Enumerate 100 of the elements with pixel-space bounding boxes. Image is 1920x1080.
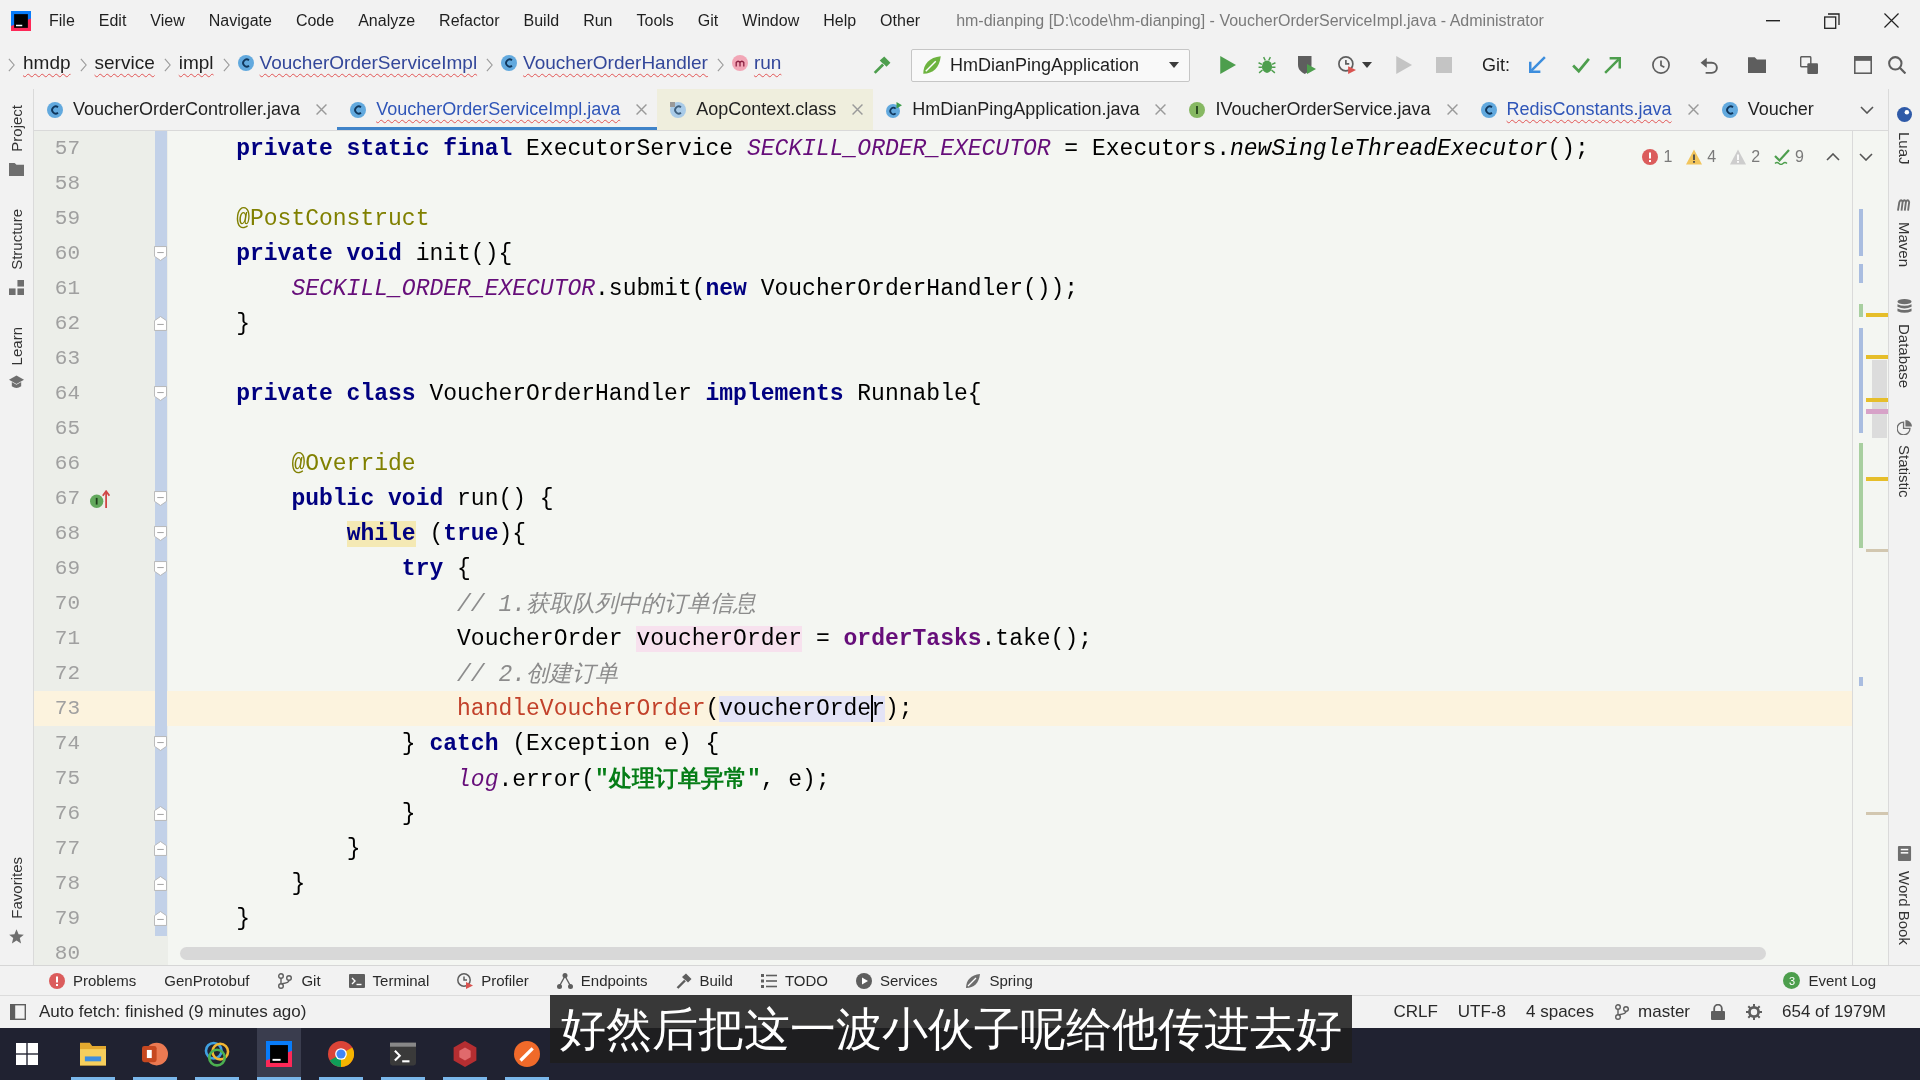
- status-item[interactable]: 4 spaces: [1526, 1002, 1595, 1022]
- menu-item[interactable]: Build: [523, 11, 560, 30]
- close-tab-icon[interactable]: [1155, 104, 1167, 115]
- windows-logo-icon[interactable]: [15, 1043, 38, 1065]
- tool-window-button[interactable]: Terminal: [348, 972, 430, 989]
- arrow-icon[interactable]: [1604, 56, 1622, 74]
- shield-play-icon[interactable]: [1298, 56, 1316, 74]
- play-icon[interactable]: [1394, 56, 1412, 74]
- tool-window-button[interactable]: Statistic: [1897, 419, 1912, 498]
- error-icon[interactable]: [1642, 149, 1659, 165]
- arrow-icon[interactable]: [1528, 56, 1546, 74]
- hammer-icon[interactable]: [873, 56, 891, 74]
- tool-window-button[interactable]: Services: [855, 972, 938, 989]
- fold-icon[interactable]: [154, 386, 167, 401]
- status-item[interactable]: 654 of 1979M: [1782, 1002, 1886, 1022]
- menu-item[interactable]: Tools: [636, 11, 674, 30]
- tool-window-button[interactable]: Endpoints: [556, 972, 648, 989]
- tool-window-button[interactable]: Favorites: [9, 857, 24, 944]
- event-log-button[interactable]: 3 Event Log: [1783, 972, 1876, 989]
- taskbar-button[interactable]: [257, 1028, 301, 1080]
- tool-window-button[interactable]: TODO: [760, 972, 828, 989]
- weak-warning-icon[interactable]: [1730, 149, 1747, 165]
- fold-icon[interactable]: [154, 526, 167, 541]
- close-tab-icon[interactable]: [852, 104, 864, 115]
- chevron-down-icon[interactable]: [1860, 105, 1874, 114]
- run-icon[interactable]: [1218, 56, 1236, 74]
- fold-icon[interactable]: [154, 491, 167, 506]
- lock-icon[interactable]: [1710, 1004, 1727, 1020]
- editor-tab[interactable]: AopContext.class: [657, 89, 874, 130]
- menu-item[interactable]: Git: [697, 11, 719, 30]
- menu-item[interactable]: Window: [742, 11, 800, 30]
- tool-window-button[interactable]: Maven: [1897, 196, 1912, 267]
- stripe-marker[interactable]: [1859, 677, 1863, 686]
- tool-window-button[interactable]: Git: [277, 972, 321, 989]
- problem-count[interactable]: 9: [1795, 148, 1804, 166]
- breadcrumb-item[interactable]: service: [94, 50, 155, 80]
- chevron-down-icon[interactable]: [1859, 153, 1873, 161]
- status-item[interactable]: CRLF: [1393, 1002, 1438, 1022]
- tool-window-button[interactable]: Project: [9, 105, 24, 177]
- status-item[interactable]: master: [1614, 1002, 1691, 1022]
- breadcrumb-item[interactable]: run: [731, 50, 782, 80]
- caret-icon[interactable]: [1362, 62, 1372, 68]
- breadcrumb-item[interactable]: VoucherOrderServiceImpl: [237, 50, 478, 80]
- stripe-marker[interactable]: [1859, 264, 1863, 283]
- status-item[interactable]: UTF-8: [1457, 1002, 1506, 1022]
- undo-icon[interactable]: [1700, 56, 1718, 74]
- tool-window-button[interactable]: Spring: [965, 972, 1033, 989]
- bug-icon[interactable]: [1258, 56, 1276, 74]
- tool-window-button[interactable]: Problems: [49, 972, 137, 989]
- tool-window-button[interactable]: Profiler: [457, 972, 529, 989]
- fold-icon[interactable]: [154, 246, 167, 261]
- tool-window-button[interactable]: LuaJ: [1897, 107, 1912, 165]
- search-icon[interactable]: [1888, 56, 1906, 74]
- stripe-marker[interactable]: [1866, 398, 1888, 402]
- close-icon[interactable]: [1884, 13, 1899, 28]
- profiler-icon[interactable]: [1338, 56, 1356, 74]
- editor-tab[interactable]: RedisConstants.java: [1467, 89, 1709, 130]
- tool-window-button[interactable]: Build: [675, 972, 733, 989]
- fold-icon[interactable]: [154, 561, 167, 576]
- stripe-marker[interactable]: [1866, 355, 1888, 359]
- breadcrumb-item[interactable]: hmdp: [23, 50, 71, 80]
- panels-icon[interactable]: [10, 1004, 26, 1020]
- menu-item[interactable]: Run: [583, 11, 613, 30]
- close-tab-icon[interactable]: [1446, 104, 1458, 115]
- translate-icon[interactable]: [1800, 56, 1818, 74]
- change-marker[interactable]: [155, 131, 167, 166]
- close-tab-icon[interactable]: [316, 104, 328, 115]
- menu-item[interactable]: Analyze: [358, 11, 416, 30]
- stripe-marker[interactable]: [1859, 304, 1863, 317]
- tool-window-button[interactable]: GenProtobuf: [164, 972, 250, 989]
- stripe-marker[interactable]: [1866, 477, 1888, 481]
- restore-icon[interactable]: [1824, 12, 1840, 29]
- stripe-marker[interactable]: [1866, 409, 1888, 414]
- override-marker-icon[interactable]: [90, 489, 110, 508]
- menu-item[interactable]: File: [49, 11, 75, 30]
- checkmark-icon[interactable]: [1572, 56, 1590, 74]
- stripe-marker[interactable]: [1866, 812, 1888, 815]
- stripe-marker[interactable]: [1859, 209, 1863, 256]
- stripe-marker[interactable]: [1859, 443, 1863, 548]
- scrollbar-thumb[interactable]: [180, 947, 1766, 960]
- tool-window-button[interactable]: Word Book: [1897, 846, 1912, 945]
- clock-icon[interactable]: [1652, 56, 1670, 74]
- menu-item[interactable]: Navigate: [208, 11, 272, 30]
- close-tab-icon[interactable]: [1687, 104, 1699, 115]
- menu-item[interactable]: Edit: [98, 11, 127, 30]
- problem-count[interactable]: 4: [1707, 148, 1717, 166]
- menu-item[interactable]: Refactor: [439, 11, 500, 30]
- menu-item[interactable]: Help: [823, 11, 857, 30]
- close-tab-icon[interactable]: [636, 104, 648, 115]
- menu-item[interactable]: View: [150, 11, 185, 30]
- editor-tab[interactable]: VoucherOrderController.java: [34, 89, 338, 130]
- tool-window-button[interactable]: Learn: [9, 326, 24, 390]
- stripe-marker[interactable]: [1859, 328, 1863, 433]
- stripe-marker[interactable]: [1866, 313, 1888, 317]
- typo-check-icon[interactable]: [1774, 149, 1791, 165]
- folder-icon[interactable]: [1748, 57, 1766, 73]
- breadcrumb-item[interactable]: VoucherOrderHandler: [501, 50, 708, 80]
- breadcrumb-item[interactable]: impl: [178, 50, 214, 80]
- stripe-marker[interactable]: [1866, 549, 1888, 552]
- menu-item[interactable]: Code: [295, 11, 335, 30]
